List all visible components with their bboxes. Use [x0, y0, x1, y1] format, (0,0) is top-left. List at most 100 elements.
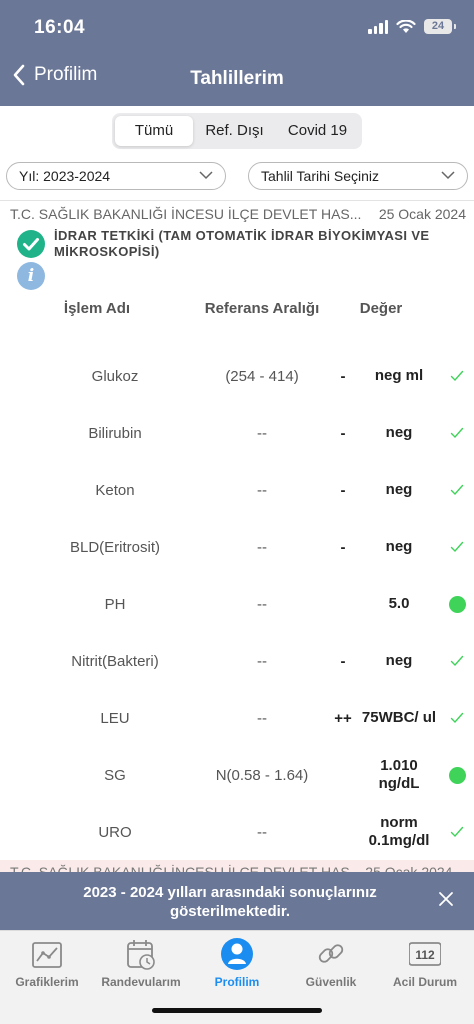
profile-icon [221, 938, 253, 970]
status-check [440, 470, 474, 510]
check-icon [450, 712, 464, 724]
row-reference-range: N(0.58 - 1.64) [215, 766, 309, 784]
tab-guvenlik[interactable]: Güvenlik [284, 935, 378, 991]
status-check [440, 641, 474, 681]
row-reference-range: (254 - 414) [225, 367, 299, 385]
table-row[interactable]: LEU -- ++ 75WBC/ ul [0, 698, 474, 738]
check-icon [450, 541, 464, 553]
test-date-select-value: Tahlil Tarihi Seçiniz [261, 168, 380, 184]
check-icon [23, 238, 39, 251]
row-name: BLD(Eritrosit) [69, 538, 160, 556]
row-reference-range: -- [257, 481, 267, 499]
table-row[interactable]: Glukoz (254 - 414) - neg ml [0, 356, 474, 396]
row-name: Glukoz [91, 367, 139, 385]
tab-profilim[interactable]: Profilim [190, 935, 284, 991]
row-value: 75WBC/ ul [361, 709, 437, 726]
back-button[interactable]: Profilim [12, 64, 97, 86]
column-header-value: Değer [359, 300, 403, 317]
status-dot-icon [440, 755, 474, 795]
info-toast: 2023 - 2024 yılları arasındaki sonuçları… [0, 872, 474, 930]
column-header-name: İşlem Adı [63, 300, 131, 317]
status-check [440, 527, 474, 567]
result-date: 25 Ocak 2024 [378, 206, 466, 222]
info-icon[interactable]: i [17, 262, 45, 290]
status-bar: 16:04 24 [0, 0, 474, 56]
row-value: 5.0 [388, 595, 410, 612]
row-value: norm 0.1mg/dl [368, 814, 430, 849]
status-icons: 24 [368, 19, 456, 34]
status-dot-icon [440, 584, 474, 624]
close-icon[interactable] [438, 891, 454, 907]
row-value: neg [385, 481, 413, 498]
tab-label: Grafiklerim [15, 975, 79, 989]
nav-bar: Profilim Tahlillerim [0, 56, 474, 104]
row-flag: - [340, 652, 346, 670]
table-row[interactable]: Nitrit(Bakteri) -- - neg [0, 641, 474, 681]
check-icon [450, 427, 464, 439]
chart-icon [32, 942, 62, 968]
tab-randevularim[interactable]: Randevularım [94, 935, 188, 991]
battery-icon: 24 [424, 19, 456, 34]
tab-covid19[interactable]: Covid 19 [276, 116, 359, 146]
link-icon [318, 944, 344, 963]
calendar-icon [127, 940, 155, 970]
chevron-left-icon [13, 64, 25, 86]
row-reference-range: -- [257, 424, 267, 442]
home-indicator [152, 1008, 322, 1013]
chevron-down-icon [441, 171, 455, 180]
table-header: İşlem Adı Referans Aralığı Değer [0, 300, 474, 320]
year-select[interactable]: Yıl: 2023-2024 [6, 162, 226, 190]
tab-out-of-range[interactable]: Ref. Dışı [193, 116, 276, 146]
row-value: neg ml [374, 367, 424, 384]
back-label: Profilim [34, 64, 98, 85]
segmented-filter: Tümü Ref. Dışı Covid 19 [112, 113, 362, 149]
row-value: neg [385, 424, 413, 441]
check-icon [450, 826, 464, 838]
table-row[interactable]: Keton -- - neg [0, 470, 474, 510]
check-icon [450, 655, 464, 667]
divider [0, 200, 474, 201]
status-check [440, 413, 474, 453]
row-name: Bilirubin [88, 424, 142, 442]
test-date-select[interactable]: Tahlil Tarihi Seçiniz [248, 162, 468, 190]
table-row[interactable]: Bilirubin -- - neg [0, 413, 474, 453]
row-flag [325, 755, 361, 795]
green-dot-icon [448, 595, 466, 613]
row-value: neg [385, 538, 413, 555]
result-header[interactable]: T.C. SAĞLIK BAKANLIĞI İNCESU İLÇE DEVLET… [10, 206, 466, 222]
column-header-range: Referans Aralığı [204, 300, 320, 317]
row-flag: - [340, 424, 346, 442]
tab-all[interactable]: Tümü [115, 116, 193, 146]
tab-label: Güvenlik [305, 975, 357, 989]
test-select-checkbox[interactable] [17, 230, 45, 258]
status-check [440, 356, 474, 396]
emergency-112-icon: 112 [409, 942, 441, 966]
tab-label: Profilim [214, 975, 260, 989]
table-row[interactable]: SG N(0.58 - 1.64) 1.010 ng/dL [0, 755, 474, 795]
row-reference-range: -- [257, 595, 267, 613]
row-flag: - [340, 481, 346, 499]
table-row[interactable]: BLD(Eritrosit) -- - neg [0, 527, 474, 567]
row-name: Keton [95, 481, 135, 499]
table-row[interactable]: URO -- norm 0.1mg/dl [0, 812, 474, 852]
tab-label: Acil Durum [392, 975, 457, 989]
row-name: Nitrit(Bakteri) [71, 652, 159, 670]
row-reference-range: -- [257, 823, 267, 841]
row-reference-range: -- [257, 652, 267, 670]
year-select-value: Yıl: 2023-2024 [19, 168, 111, 184]
svg-text:112: 112 [415, 948, 435, 962]
row-reference-range: -- [257, 709, 267, 727]
check-icon [450, 370, 464, 382]
hospital-name: T.C. SAĞLIK BAKANLIĞI İNCESU İLÇE DEVLET… [10, 206, 362, 222]
row-flag: - [340, 538, 346, 556]
row-flag: ++ [334, 709, 352, 727]
chevron-down-icon [199, 171, 213, 180]
status-time: 16:04 [34, 17, 86, 38]
table-row[interactable]: PH -- 5.0 [0, 584, 474, 624]
cellular-signal-icon [368, 19, 388, 34]
toast-message: 2023 - 2024 yılları arasındaki sonuçları… [83, 884, 377, 920]
row-flag: - [340, 367, 346, 385]
tab-acil-durum[interactable]: 112 Acil Durum [378, 935, 472, 991]
tab-grafiklerim[interactable]: Grafiklerim [0, 935, 94, 991]
row-value: 1.010 ng/dL [378, 757, 420, 792]
